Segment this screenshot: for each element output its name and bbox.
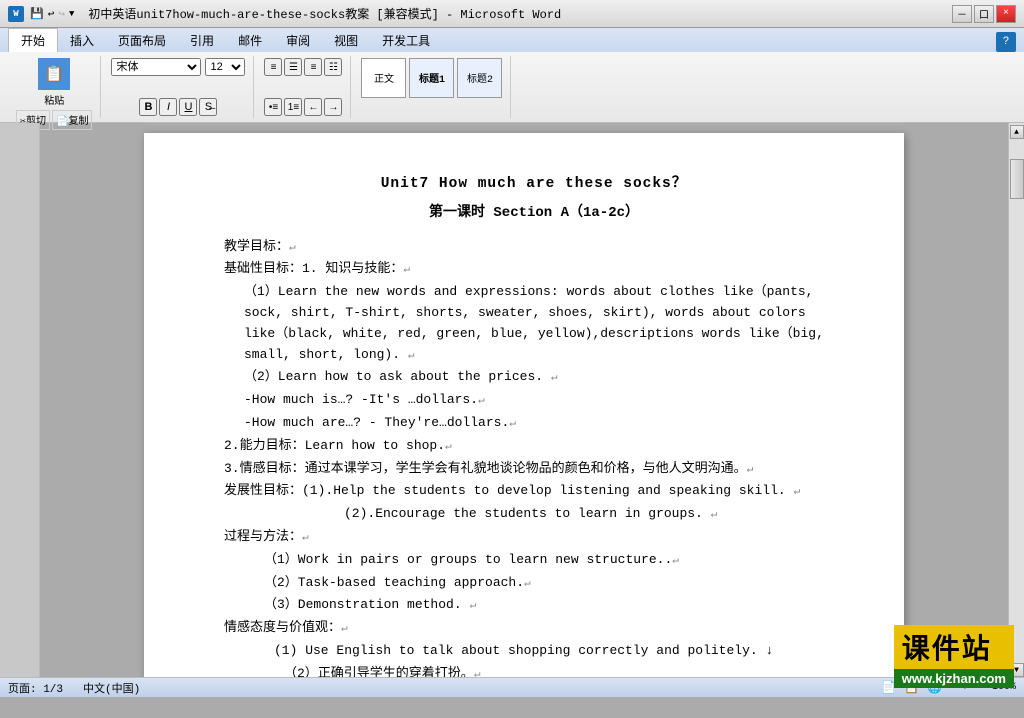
list-row: •≡ 1≡ ← →	[264, 98, 342, 116]
tab-references[interactable]: 引用	[178, 28, 226, 52]
scroll-up-button[interactable]: ▲	[1010, 125, 1024, 139]
tab-view[interactable]: 视图	[322, 28, 370, 52]
tab-insert[interactable]: 插入	[58, 28, 106, 52]
para-dialog2: -How much are…? - They're…dollars.↵	[224, 413, 844, 434]
tab-review[interactable]: 审阅	[274, 28, 322, 52]
para-develop2: (2).Encourage the students to learn in g…	[224, 504, 844, 525]
indent-decrease-button[interactable]: ←	[304, 98, 322, 116]
watermark-top: 课件站	[894, 625, 1014, 669]
close-button[interactable]: ×	[996, 5, 1016, 23]
tab-start[interactable]: 开始	[8, 28, 58, 52]
indent-increase-button[interactable]: →	[324, 98, 342, 116]
font-name-row: 宋体 仿宋 黑体 12 14 16	[111, 58, 245, 76]
align-right-button[interactable]: ≡	[304, 58, 322, 76]
title-text: 初中英语unit7how-much-are-these-socks教案 [兼容模…	[88, 5, 561, 22]
font-size-select[interactable]: 12 14 16	[205, 58, 245, 76]
document-body: 教学目标：↵ 基础性目标：1. 知识与技能：↵ （1）Learn the new…	[224, 237, 844, 677]
document-title: Unit7 How much are these socks？	[224, 173, 844, 196]
undo-icon[interactable]: ↩	[48, 7, 55, 21]
numbered-list-button[interactable]: 1≡	[284, 98, 302, 116]
align-center-button[interactable]: ☰	[284, 58, 302, 76]
heading2-style[interactable]: 标题2	[457, 58, 502, 98]
para-develop1: 发展性目标：(1).Help the students to develop l…	[224, 481, 844, 502]
title-bar: W 💾 ↩ ↪ ▼ 初中英语unit7how-much-are-these-so…	[0, 0, 1024, 28]
tab-layout[interactable]: 页面布局	[106, 28, 178, 52]
paste-label: 粘贴	[44, 92, 64, 108]
scrollbar-thumb[interactable]	[1010, 159, 1024, 199]
para-teaching-goal: 教学目标：↵	[224, 237, 844, 258]
word-icon: W	[8, 6, 24, 22]
watermark: 课件站 www.kjzhan.com	[894, 625, 1014, 688]
document-subtitle: 第一课时 Section A（1a-2c）	[224, 202, 844, 224]
help-icon[interactable]: ?	[996, 32, 1016, 52]
para-attitude: 情感态度与价值观：↵	[224, 618, 844, 639]
ribbon-group-font: 宋体 仿宋 黑体 12 14 16 B I U S̶	[103, 56, 254, 118]
page-info: 页面: 1/3	[8, 680, 63, 696]
document-page[interactable]: Unit7 How much are these socks？ 第一课时 Sec…	[144, 133, 904, 677]
scrollbar-track[interactable]	[1010, 139, 1024, 663]
ribbon-group-paragraph: ≡ ☰ ≡ ☷ •≡ 1≡ ← →	[256, 56, 351, 118]
strikethrough-button[interactable]: S̶	[199, 98, 217, 116]
align-row: ≡ ☰ ≡ ☷	[264, 58, 342, 76]
para-attitude2: （2）正确引导学生的穿着打扮。↵	[224, 664, 844, 677]
title-bar-left: W 💾 ↩ ↪ ▼ 初中英语unit7how-much-are-these-so…	[8, 5, 561, 22]
document-area: Unit7 How much are these socks？ 第一课时 Sec…	[0, 123, 1024, 677]
status-bar: 页面: 1/3 中文(中国) 📄 📋 🌐 ——●——— 100%	[0, 677, 1024, 697]
tab-developer[interactable]: 开发工具	[370, 28, 442, 52]
ribbon: 开始 插入 页面布局 引用 邮件 审阅 视图 开发工具 ? 📋 粘贴 ✂剪切 📄…	[0, 28, 1024, 123]
paste-button[interactable]: 📋 粘贴	[38, 58, 70, 108]
ribbon-group-styles: 正文 标题1 标题2	[353, 56, 511, 118]
font-style-row: B I U S̶	[139, 98, 217, 116]
para-process1: （1）Work in pairs or groups to learn new …	[224, 550, 844, 571]
para-process3: （3）Demonstration method. ↵	[224, 595, 844, 616]
para-basic-goal: 基础性目标：1. 知识与技能：↵	[224, 259, 844, 280]
italic-button[interactable]: I	[159, 98, 177, 116]
style-gallery: 正文 标题1 标题2	[361, 58, 502, 98]
bullet-list-button[interactable]: •≡	[264, 98, 282, 116]
paste-icon: 📋	[38, 58, 70, 90]
para-item2: （2）Learn how to ask about the prices. ↵	[224, 367, 844, 388]
vertical-scrollbar[interactable]: ▲ ▼	[1008, 123, 1024, 677]
justify-button[interactable]: ☷	[324, 58, 342, 76]
font-family-select[interactable]: 宋体 仿宋 黑体	[111, 58, 201, 76]
para-process2: （2）Task-based teaching approach.↵	[224, 573, 844, 594]
left-ruler	[0, 123, 40, 677]
normal-style[interactable]: 正文	[361, 58, 406, 98]
page-container: Unit7 How much are these socks？ 第一课时 Sec…	[40, 123, 1008, 677]
language-info: 中文(中国)	[83, 680, 140, 696]
underline-button[interactable]: U	[179, 98, 197, 116]
save-icon[interactable]: 💾	[30, 7, 44, 21]
ribbon-tab-bar: 开始 插入 页面布局 引用 邮件 审阅 视图 开发工具 ?	[0, 28, 1024, 52]
align-left-button[interactable]: ≡	[264, 58, 282, 76]
ribbon-content: 📋 粘贴 ✂剪切 📄复制 宋体 仿宋 黑体 12 14 16	[0, 52, 1024, 122]
para-ability: 2.能力目标：Learn how to shop.↵	[224, 436, 844, 457]
para-process: 过程与方法：↵	[224, 527, 844, 548]
para-emotion: 3.情感目标：通过本课学习，学生学会有礼貌地谈论物品的颜色和价格，与他人文明沟通…	[224, 459, 844, 480]
minimize-button[interactable]: －	[952, 5, 972, 23]
para-dialog1: -How much is…? -It's …dollars.↵	[224, 390, 844, 411]
restore-button[interactable]: 口	[974, 5, 994, 23]
para-item1: （1）Learn the new words and expressions: …	[224, 282, 844, 365]
dropdown-icon[interactable]: ▼	[69, 9, 74, 19]
heading1-style[interactable]: 标题1	[409, 58, 454, 98]
quick-access: 💾 ↩ ↪ ▼	[30, 7, 74, 21]
tab-mail[interactable]: 邮件	[226, 28, 274, 52]
watermark-bottom: www.kjzhan.com	[894, 669, 1014, 688]
para-attitude1: (1) Use English to talk about shopping c…	[224, 641, 844, 662]
bold-button[interactable]: B	[139, 98, 157, 116]
ribbon-group-clipboard: 📋 粘贴 ✂剪切 📄复制	[8, 56, 101, 118]
window-controls[interactable]: － 口 ×	[952, 5, 1016, 23]
redo-icon[interactable]: ↪	[58, 7, 65, 21]
